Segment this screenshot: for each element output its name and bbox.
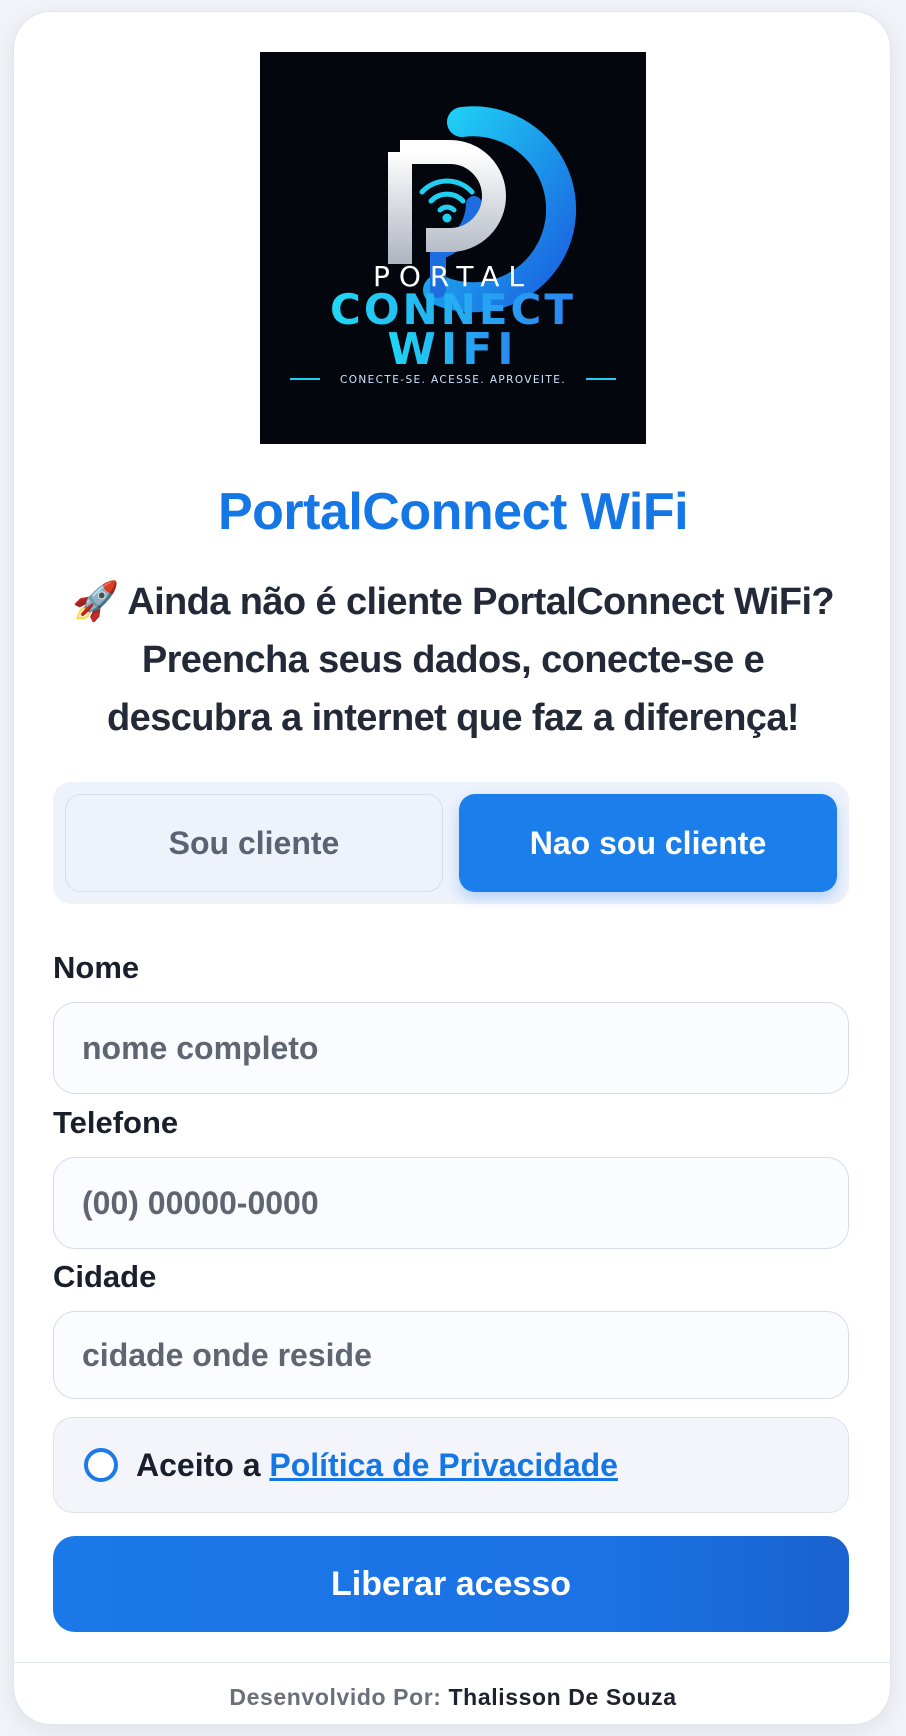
footer-prefix: Desenvolvido Por: bbox=[229, 1684, 449, 1710]
footer-author: Thalisson De Souza bbox=[448, 1684, 677, 1710]
liberar-acesso-button[interactable]: Liberar acesso bbox=[53, 1536, 849, 1632]
privacy-consent-radio[interactable] bbox=[84, 1448, 118, 1482]
phone-label: Telefone bbox=[53, 1105, 179, 1140]
consent-text: Aceito a Política de Privacidade bbox=[136, 1447, 618, 1484]
phone-input[interactable] bbox=[53, 1157, 849, 1249]
logo-graphic: PORTAL CONNECT WIFI CONECTE-SE. ACESSE. … bbox=[290, 106, 616, 386]
brand-logo: PORTAL CONNECT WIFI CONECTE-SE. ACESSE. … bbox=[260, 52, 646, 444]
logo-wifi-icon bbox=[419, 178, 475, 213]
privacy-policy-link[interactable]: Política de Privacidade bbox=[269, 1447, 618, 1483]
page-title: PortalConnect WiFi bbox=[217, 483, 689, 541]
tab-sou-cliente[interactable]: Sou cliente bbox=[65, 794, 443, 892]
consent-prefix: Aceito a bbox=[136, 1446, 270, 1483]
logo-word-wifi: WIFI bbox=[387, 324, 518, 375]
footer-divider bbox=[14, 1662, 890, 1663]
city-input[interactable] bbox=[53, 1311, 849, 1399]
client-type-toggle: Sou cliente Nao sou cliente bbox=[53, 782, 849, 904]
intro-line-3: descubra a internet que faz a diferença! bbox=[107, 697, 799, 739]
intro-line-2: Preencha seus dados, conecte-se e bbox=[141, 639, 765, 681]
intro-text: 🚀 Ainda não é cliente PortalConnect WiFi… bbox=[44, 572, 862, 747]
tab-nao-sou-cliente[interactable]: Nao sou cliente bbox=[459, 794, 837, 892]
name-label: Nome bbox=[53, 950, 140, 985]
login-card: PORTAL CONNECT WIFI CONECTE-SE. ACESSE. … bbox=[13, 11, 891, 1725]
city-label: Cidade bbox=[53, 1259, 157, 1294]
logo-tagline: CONECTE-SE. ACESSE. APROVEITE. bbox=[340, 374, 566, 386]
name-input[interactable] bbox=[53, 1002, 849, 1094]
rocket-icon: 🚀 bbox=[71, 579, 119, 623]
privacy-consent: Aceito a Política de Privacidade bbox=[53, 1417, 849, 1513]
intro-line-1: Ainda não é cliente PortalConnect WiFi? bbox=[118, 581, 835, 623]
footer-credit: Desenvolvido Por: Thalisson De Souza bbox=[14, 1684, 890, 1711]
